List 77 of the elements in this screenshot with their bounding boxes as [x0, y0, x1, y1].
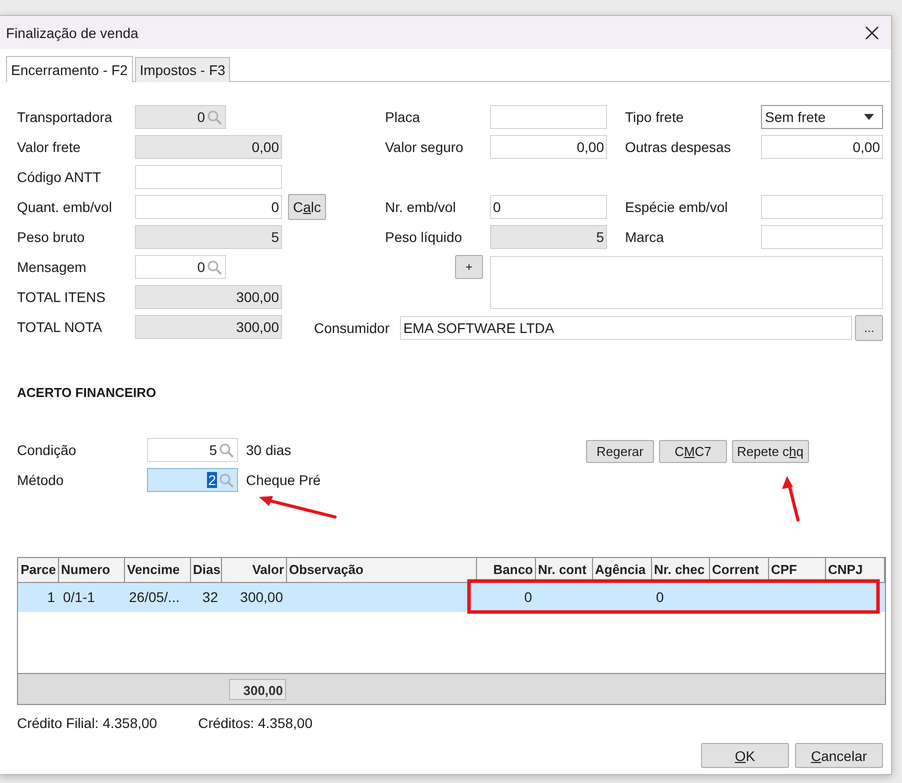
field-label: Outras despesas — [625, 139, 732, 155]
field-label: TOTAL NOTA — [17, 319, 104, 335]
field-label: TOTAL ITENS — [17, 289, 106, 305]
tab[interactable]: Encerramento - F2 — [6, 56, 133, 82]
input-field[interactable] — [490, 105, 607, 129]
field-label: Quant. emb/vol — [17, 199, 113, 215]
table-cell-text: 26/05/... — [128, 588, 181, 607]
field-label: Placa — [385, 109, 422, 125]
ok-button[interactable]: OK — [701, 743, 789, 768]
dropdown-arrow-icon[interactable] — [864, 114, 874, 120]
column-header[interactable]: CNPJ — [826, 558, 885, 582]
add-button[interactable]: + — [455, 255, 483, 279]
field-label: Transportadora — [17, 109, 114, 125]
field-description: 30 dias — [246, 442, 292, 458]
annotation-arrow — [782, 476, 800, 522]
field-label: Nr. emb/vol — [385, 199, 457, 215]
field-description: Cheque Pré — [246, 472, 321, 488]
table-cell-text: 0 — [655, 588, 665, 607]
search-icon[interactable] — [207, 260, 222, 274]
table-cell-text: 0/1-1 — [62, 588, 96, 607]
field-label: Condição — [17, 442, 78, 458]
field-label: Tipo frete — [625, 109, 685, 125]
dropdown[interactable]: Sem frete — [761, 105, 883, 129]
input-field[interactable]: 0,00 — [490, 135, 607, 159]
table-row[interactable]: 1 0/1-1 26/05/... 32 300,00 0 0 — [18, 583, 885, 612]
column-header[interactable]: Numero — [59, 558, 125, 582]
column-header[interactable]: Agência — [593, 558, 652, 582]
column-header[interactable]: Banco — [477, 558, 536, 582]
table-cell-text: 32 — [201, 588, 219, 607]
action-button[interactable]: CMC7 — [659, 440, 727, 463]
input-field[interactable] — [761, 195, 883, 219]
tab[interactable]: Impostos - F3 — [134, 57, 230, 82]
search-icon[interactable] — [219, 472, 234, 488]
section-heading: ACERTO FINANCEIRO — [17, 385, 158, 400]
credit-text: Crédito Filial: 4.358,00 — [17, 715, 158, 731]
column-header[interactable]: Corrent — [710, 558, 769, 582]
calc-button[interactable]: Calc — [288, 194, 326, 220]
cancel-button[interactable]: Cancelar — [795, 743, 883, 768]
text-area[interactable] — [490, 256, 883, 309]
table-cell-text: 0 — [523, 588, 533, 607]
credit-text: Créditos: 4.358,00 — [198, 715, 312, 731]
window-title: Finalização de venda — [6, 24, 140, 40]
close-icon[interactable] — [865, 26, 879, 40]
column-header[interactable]: CPF — [769, 558, 826, 582]
action-button[interactable]: Repete chq — [732, 440, 809, 463]
field-label: Método — [17, 472, 65, 488]
field-label: Código ANTT — [17, 169, 102, 185]
table-cell-text: 1 — [46, 588, 56, 607]
lookup-field[interactable]: 5 — [147, 438, 238, 462]
field-label: Valor frete — [17, 139, 82, 155]
field-label: Espécie emb/vol — [625, 199, 729, 215]
input-field[interactable] — [135, 165, 282, 189]
column-header[interactable]: Dias — [191, 558, 222, 582]
column-header[interactable]: Valor — [222, 558, 287, 582]
column-header[interactable]: Nr. cont — [536, 558, 593, 582]
field-label: Valor seguro — [385, 139, 464, 155]
input-field[interactable] — [761, 225, 883, 249]
input-field[interactable]: 0 — [490, 195, 607, 219]
field-label: Consumidor — [314, 320, 390, 336]
field-label: Mensagem — [17, 259, 88, 275]
action-button[interactable]: Regerar — [586, 440, 654, 463]
column-header[interactable]: Nr. chec — [652, 558, 710, 582]
lookup-field[interactable]: 0 — [135, 255, 226, 279]
column-header[interactable]: Parce — [18, 558, 59, 582]
browse-button[interactable]: ... — [855, 315, 883, 341]
input-field[interactable]: EMA SOFTWARE LTDA — [400, 316, 852, 340]
search-icon[interactable] — [219, 442, 234, 458]
column-header[interactable]: Vencime — [125, 558, 191, 582]
lookup-field[interactable]: 2 — [147, 468, 238, 492]
table-cell-text: 300,00 — [239, 588, 284, 607]
column-header[interactable]: Observação — [287, 558, 477, 582]
input-field[interactable]: 0,00 — [761, 135, 883, 159]
input-field[interactable]: 0 — [135, 195, 282, 219]
total-value: 300,00 — [229, 678, 286, 700]
field-label: Marca — [625, 229, 665, 245]
field-label: Peso líquido — [385, 229, 464, 245]
field-label: Peso bruto — [17, 229, 86, 245]
